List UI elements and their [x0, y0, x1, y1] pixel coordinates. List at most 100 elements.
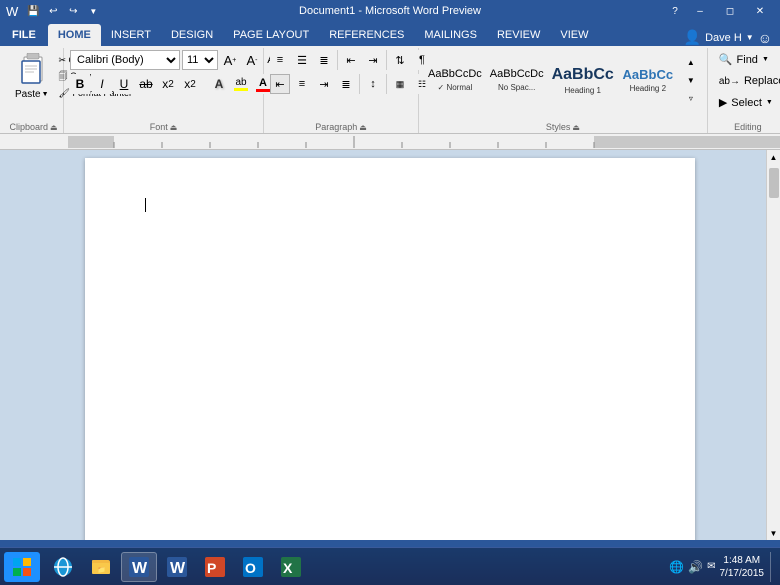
document-area: ▲ ▼: [0, 150, 780, 540]
underline-btn[interactable]: U: [114, 74, 134, 94]
paste-icon: [16, 53, 48, 89]
minimize-btn[interactable]: –: [686, 2, 714, 20]
align-right-btn[interactable]: ⇥: [314, 74, 334, 94]
font-size-select[interactable]: 11: [182, 50, 218, 70]
styles-expand-icon[interactable]: ⏏: [572, 123, 580, 132]
style-heading1[interactable]: AaBbCc Heading 1: [549, 52, 617, 108]
page[interactable]: [85, 158, 695, 540]
document-scrollbar: ▲ ▼: [766, 150, 780, 540]
select-btn[interactable]: ▶ Select ▼: [714, 93, 778, 112]
styles-scroll-up[interactable]: ▲: [681, 53, 701, 71]
increase-indent-btn[interactable]: ⇥: [363, 50, 383, 70]
taskbar-excel[interactable]: X: [273, 552, 309, 582]
redo-quick-btn[interactable]: ↪: [64, 2, 82, 20]
save-quick-btn[interactable]: 💾: [24, 2, 42, 20]
ribbon: Paste ▼ ✂ Cut 🗐 Copy 🖌 Format Painter Cl…: [0, 46, 780, 134]
time-block[interactable]: 1:48 AM 7/17/2015: [720, 554, 765, 580]
editing-group: 🔍 Find ▼ ab→ Replace ▶ Select ▼ Editing: [708, 48, 780, 133]
style-no-spacing[interactable]: AaBbCcDc No Spac...: [487, 52, 547, 108]
decrease-indent-btn[interactable]: ⇤: [341, 50, 361, 70]
styles-group: AaBbCcDc ✓ Normal AaBbCcDc No Spac... Aa…: [419, 48, 708, 133]
para-expand-icon[interactable]: ⏏: [359, 123, 367, 132]
text-effects-btn[interactable]: A: [209, 74, 229, 94]
align-left-btn[interactable]: ⇤: [270, 74, 290, 94]
clipboard-label: Clipboard ⏏: [10, 120, 57, 133]
scroll-track: [767, 164, 780, 526]
close-btn[interactable]: ✕: [746, 2, 774, 20]
multilevel-btn[interactable]: ≣: [314, 50, 334, 70]
svg-text:P: P: [207, 560, 216, 576]
select-dropdown-icon[interactable]: ▼: [766, 99, 773, 106]
bold-btn[interactable]: B: [70, 74, 90, 94]
quick-access-toolbar: W 💾 ↩ ↪ ▼: [6, 2, 102, 20]
paragraph-group: ≡ ☰ ≣ ⇤ ⇥ ⇅ ¶ ⇤ ≡ ⇥ ≣ ↕ ▦ ☷: [264, 48, 419, 133]
line-spacing-btn[interactable]: ↕: [363, 74, 383, 94]
replace-btn[interactable]: ab→ Replace: [714, 72, 780, 90]
styles-more[interactable]: ▿: [681, 89, 701, 107]
scroll-up-btn[interactable]: ▲: [767, 150, 780, 164]
show-desktop-btn[interactable]: [770, 552, 776, 582]
justify-btn[interactable]: ≣: [336, 74, 356, 94]
find-btn[interactable]: 🔍 Find ▼: [714, 50, 774, 69]
subscript-btn[interactable]: x2: [158, 74, 178, 94]
superscript-btn[interactable]: x2: [180, 74, 200, 94]
tab-mailings[interactable]: MAILINGS: [414, 24, 487, 46]
smiley-icon: ☺: [758, 30, 772, 46]
paste-dropdown-icon[interactable]: ▼: [42, 91, 49, 98]
taskbar-outlook[interactable]: O: [235, 552, 271, 582]
shading-btn[interactable]: ▦: [390, 74, 410, 94]
paragraph-label: Paragraph ⏏: [270, 120, 412, 133]
numbering-btn[interactable]: ☰: [292, 50, 312, 70]
user-dropdown-icon[interactable]: ▼: [746, 33, 754, 42]
taskbar-word2[interactable]: W: [159, 552, 195, 582]
clipboard-expand-icon[interactable]: ⏏: [50, 123, 58, 132]
style-heading2[interactable]: AaBbCc Heading 2: [619, 52, 677, 108]
sep2: [337, 50, 338, 70]
tab-design[interactable]: DESIGN: [161, 24, 223, 46]
taskbar-powerpoint[interactable]: P: [197, 552, 233, 582]
outlook-icon: O: [241, 555, 265, 579]
styles-scroll-down[interactable]: ▼: [681, 71, 701, 89]
para-row1: ≡ ☰ ≣ ⇤ ⇥ ⇅ ¶: [270, 50, 432, 70]
taskbar-ie[interactable]: [45, 552, 81, 582]
font-expand-icon[interactable]: ⏏: [170, 123, 178, 132]
grow-font-btn[interactable]: A+: [220, 50, 240, 70]
font-name-select[interactable]: Calibri (Body): [70, 50, 180, 70]
style-normal-preview: AaBbCcDc: [428, 68, 482, 81]
time-display: 1:48 AM: [720, 554, 765, 567]
notification-icon[interactable]: ✉: [707, 561, 715, 572]
word-taskbar-icon: W: [127, 555, 151, 579]
windows-logo-icon: [12, 557, 32, 577]
highlight-btn[interactable]: ab: [231, 74, 251, 94]
style-normal[interactable]: AaBbCcDc ✓ Normal: [425, 52, 485, 108]
find-dropdown-icon[interactable]: ▼: [762, 56, 769, 63]
strikethrough-btn[interactable]: ab: [136, 74, 156, 94]
paste-button[interactable]: Paste ▼: [10, 50, 54, 103]
sep4: [359, 74, 360, 94]
sep3: [386, 50, 387, 70]
undo-quick-btn[interactable]: ↩: [44, 2, 62, 20]
scroll-down-btn[interactable]: ▼: [767, 526, 780, 540]
tab-insert[interactable]: INSERT: [101, 24, 161, 46]
customize-quick-btn[interactable]: ▼: [84, 2, 102, 20]
shrink-font-btn[interactable]: A-: [242, 50, 262, 70]
tab-view[interactable]: VIEW: [550, 24, 598, 46]
taskbar: 📁 W W P O X 🌐: [0, 547, 780, 585]
tab-bar: FILE HOME INSERT DESIGN PAGE LAYOUT REFE…: [0, 22, 780, 46]
scroll-thumb[interactable]: [769, 168, 779, 198]
taskbar-explorer[interactable]: 📁: [83, 552, 119, 582]
italic-btn[interactable]: I: [92, 74, 112, 94]
bullets-btn[interactable]: ≡: [270, 50, 290, 70]
taskbar-word[interactable]: W: [121, 552, 157, 582]
sort-btn[interactable]: ⇅: [390, 50, 410, 70]
center-btn[interactable]: ≡: [292, 74, 312, 94]
tab-home[interactable]: HOME: [48, 24, 101, 46]
tab-file[interactable]: FILE: [0, 24, 48, 46]
tab-review[interactable]: REVIEW: [487, 24, 550, 46]
tab-page-layout[interactable]: PAGE LAYOUT: [223, 24, 319, 46]
start-button[interactable]: [4, 552, 40, 582]
restore-btn[interactable]: ◻: [716, 2, 744, 20]
help-btn[interactable]: ?: [666, 2, 684, 20]
tab-references[interactable]: REFERENCES: [319, 24, 414, 46]
select-icon: ▶: [719, 96, 727, 109]
